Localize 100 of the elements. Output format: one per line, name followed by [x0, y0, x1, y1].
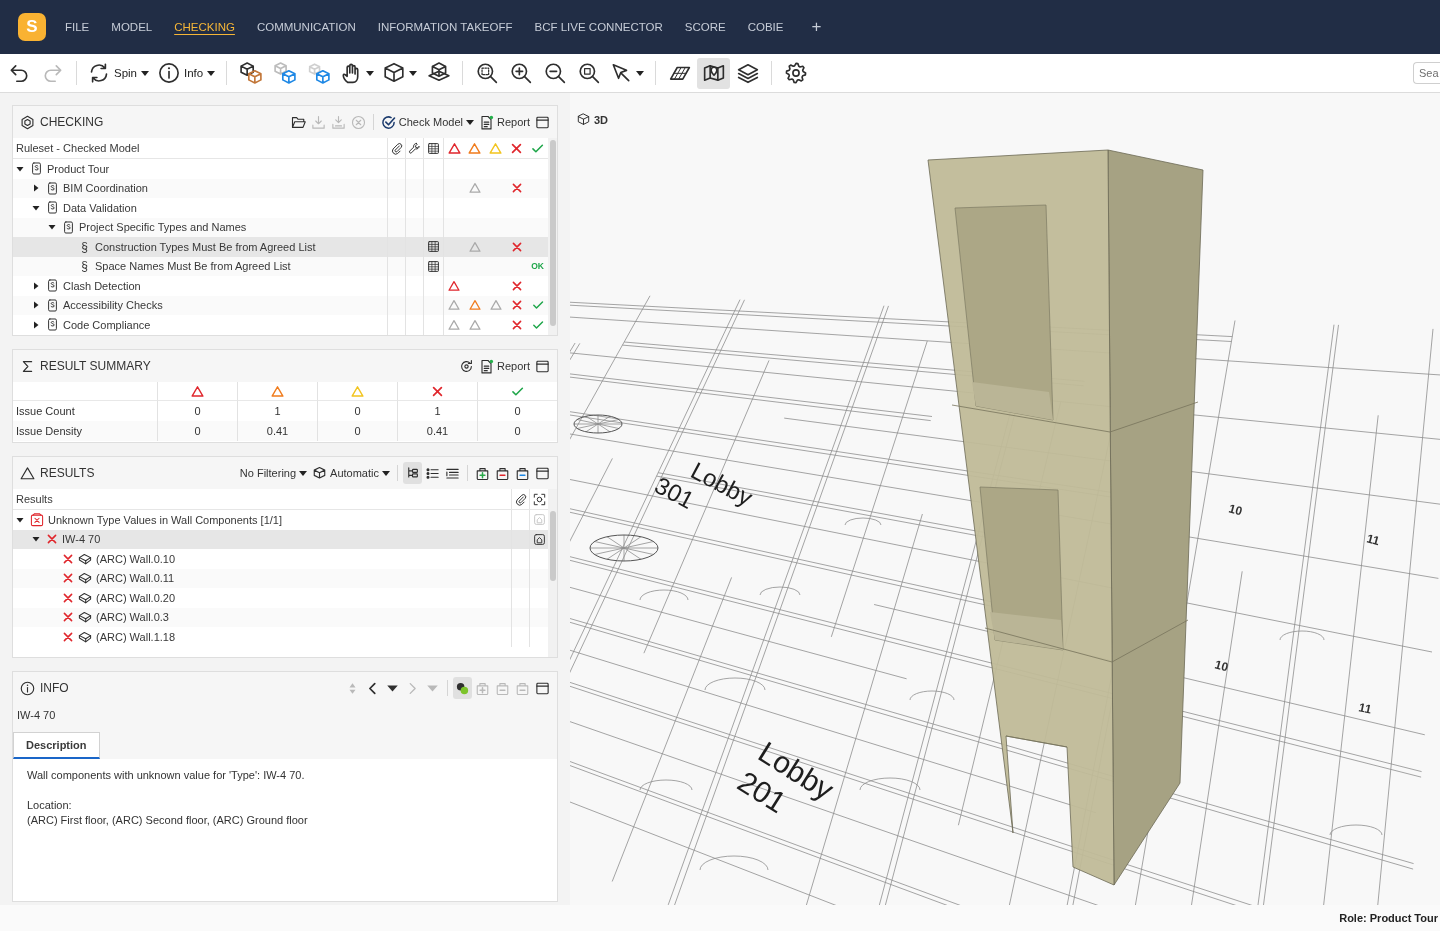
- component-label: (ARC) Wall.0.3: [96, 611, 169, 624]
- component-label: (ARC) Wall.0.10: [96, 552, 176, 565]
- menu-tab[interactable]: INFORMATION TAKEOFF: [377, 17, 513, 37]
- location-text: (ARC) First floor, (ARC) Second floor, (ARC) Ground floor: [27, 813, 309, 828]
- table-cell: 0: [157, 421, 237, 441]
- menu-tab[interactable]: MODEL: [111, 17, 153, 37]
- panel-title: RESULTS: [40, 466, 95, 480]
- info-button[interactable]: Info: [154, 57, 220, 89]
- view-label: 3D: [594, 113, 609, 126]
- caret-icon[interactable]: [32, 301, 40, 310]
- spin-button[interactable]: Spin: [84, 57, 154, 89]
- search-field[interactable]: Sea: [1413, 62, 1440, 84]
- result-row[interactable]: (ARC) Wall.0.3: [13, 607, 548, 627]
- ruleset-name: Data Validation: [63, 201, 137, 214]
- tree-row[interactable]: BIM Coordination: [13, 178, 548, 198]
- warning-triangle-icon: [271, 384, 284, 398]
- location-label: Location:: [27, 798, 73, 813]
- ruleset-name: Product Tour: [47, 162, 110, 175]
- result-row[interactable]: Unknown Type Values in Wall Components [1/1]: [13, 510, 548, 530]
- component-label: (ARC) Wall.1.18: [96, 630, 176, 643]
- check-icon: [511, 384, 524, 398]
- grid-label: 10: [1227, 501, 1244, 519]
- issue-title: Unknown Type Values in Wall Components [1/1]: [48, 513, 282, 526]
- wall-icon: [78, 551, 92, 566]
- grid-label: 11: [1357, 700, 1373, 717]
- wall-icon: [78, 629, 92, 644]
- cross-icon: [62, 572, 74, 585]
- result-row[interactable]: IW-4 70: [13, 529, 548, 549]
- caret-icon[interactable]: [32, 535, 40, 544]
- cube-icon: [577, 113, 590, 126]
- cross-icon: [510, 141, 523, 155]
- ruleset-icon: [46, 279, 59, 293]
- caret-icon[interactable]: [32, 320, 40, 329]
- tree-row[interactable]: § Construction Types Must Be from Agreed List: [13, 237, 548, 257]
- mode-dropdown[interactable]: Automatic: [310, 462, 392, 484]
- caret-icon[interactable]: [32, 281, 40, 290]
- subject-label: IW-4 70: [16, 708, 57, 723]
- section-sign: §: [80, 239, 89, 254]
- rule-name: Space Names Must Be from Agreed List: [95, 260, 291, 273]
- menu-tab[interactable]: COBIE: [747, 17, 784, 37]
- info-tab[interactable]: Description: [13, 732, 100, 759]
- scrollbar-thumb[interactable]: [549, 511, 556, 581]
- cross-icon: [62, 611, 74, 624]
- caret-icon[interactable]: [16, 515, 24, 524]
- tree-row[interactable]: Project Specific Types and Names: [13, 217, 548, 237]
- wall-icon: [78, 571, 92, 586]
- rule-name: Construction Types Must Be from Agreed List: [95, 240, 316, 253]
- caret-icon[interactable]: [48, 223, 56, 232]
- menu-tab[interactable]: CHECKING: [174, 17, 235, 37]
- cross-icon: [431, 384, 444, 398]
- ruleset-icon: [46, 181, 59, 195]
- grid-label: 10: [1213, 657, 1230, 675]
- column-header: Results: [15, 493, 53, 505]
- cross-icon: [62, 630, 74, 643]
- ruleset-icon: [62, 220, 75, 234]
- filter-dropdown[interactable]: No Filtering: [237, 462, 310, 484]
- role-label: Role: Product Tour: [1339, 912, 1438, 924]
- hexagon-icon: [20, 114, 35, 130]
- ruleset-icon: [46, 298, 59, 312]
- grid-label: 11: [1365, 531, 1382, 549]
- issue-icon: [30, 512, 44, 527]
- cross-icon: [62, 591, 74, 604]
- tree-row[interactable]: § Space Names Must Be from Agreed List OK: [13, 256, 548, 276]
- description-text: Wall components with unknown value for 'Type': IW-4 70.: [27, 768, 306, 783]
- paperclip-icon: [390, 141, 403, 155]
- ruleset-name: Code Compliance: [63, 318, 151, 331]
- paperclip-icon: [514, 492, 527, 506]
- row-label: Issue Density: [13, 421, 157, 441]
- section-sign: §: [80, 259, 89, 274]
- cross-icon: [62, 552, 74, 565]
- warning-triangle-icon: [351, 384, 364, 398]
- check-model-button[interactable]: Check Model: [378, 111, 476, 133]
- ruleset-name: BIM Coordination: [63, 182, 148, 195]
- report-button[interactable]: Report: [476, 355, 532, 377]
- menu-tab[interactable]: COMMUNICATION: [256, 17, 356, 37]
- ruleset-icon: [46, 318, 59, 332]
- panel-title: INFO: [40, 681, 69, 695]
- menu-tab[interactable]: SCORE: [684, 17, 726, 37]
- pass-label: OK: [531, 261, 544, 272]
- caret-icon[interactable]: [32, 203, 40, 212]
- caret-icon[interactable]: [32, 184, 40, 193]
- tower-model[interactable]: [927, 149, 1204, 886]
- cross-icon: [46, 533, 58, 546]
- tree-row[interactable]: Accessibility Checks: [13, 295, 548, 315]
- menu-tab[interactable]: FILE: [65, 17, 90, 37]
- add-tab-button[interactable]: +: [807, 17, 826, 37]
- caret-icon[interactable]: [16, 164, 24, 173]
- scrollbar-thumb[interactable]: [549, 140, 556, 326]
- panel-title: RESULT SUMMARY: [40, 359, 151, 373]
- table-cell: 0: [317, 421, 397, 441]
- map-button[interactable]: [697, 57, 731, 89]
- viewfinder-icon: [532, 492, 546, 506]
- panel-title: CHECKING: [40, 115, 104, 129]
- check-icon: [531, 141, 544, 155]
- menu-tab[interactable]: BCF LIVE CONNECTOR: [534, 17, 663, 37]
- warning-triangle-icon: [447, 141, 461, 155]
- result-row[interactable]: (ARC) Wall.0.11: [13, 568, 548, 588]
- ruleset-name: Project Specific Types and Names: [79, 221, 247, 234]
- table-cell: 0.41: [397, 421, 477, 441]
- report-button[interactable]: Report: [476, 111, 532, 133]
